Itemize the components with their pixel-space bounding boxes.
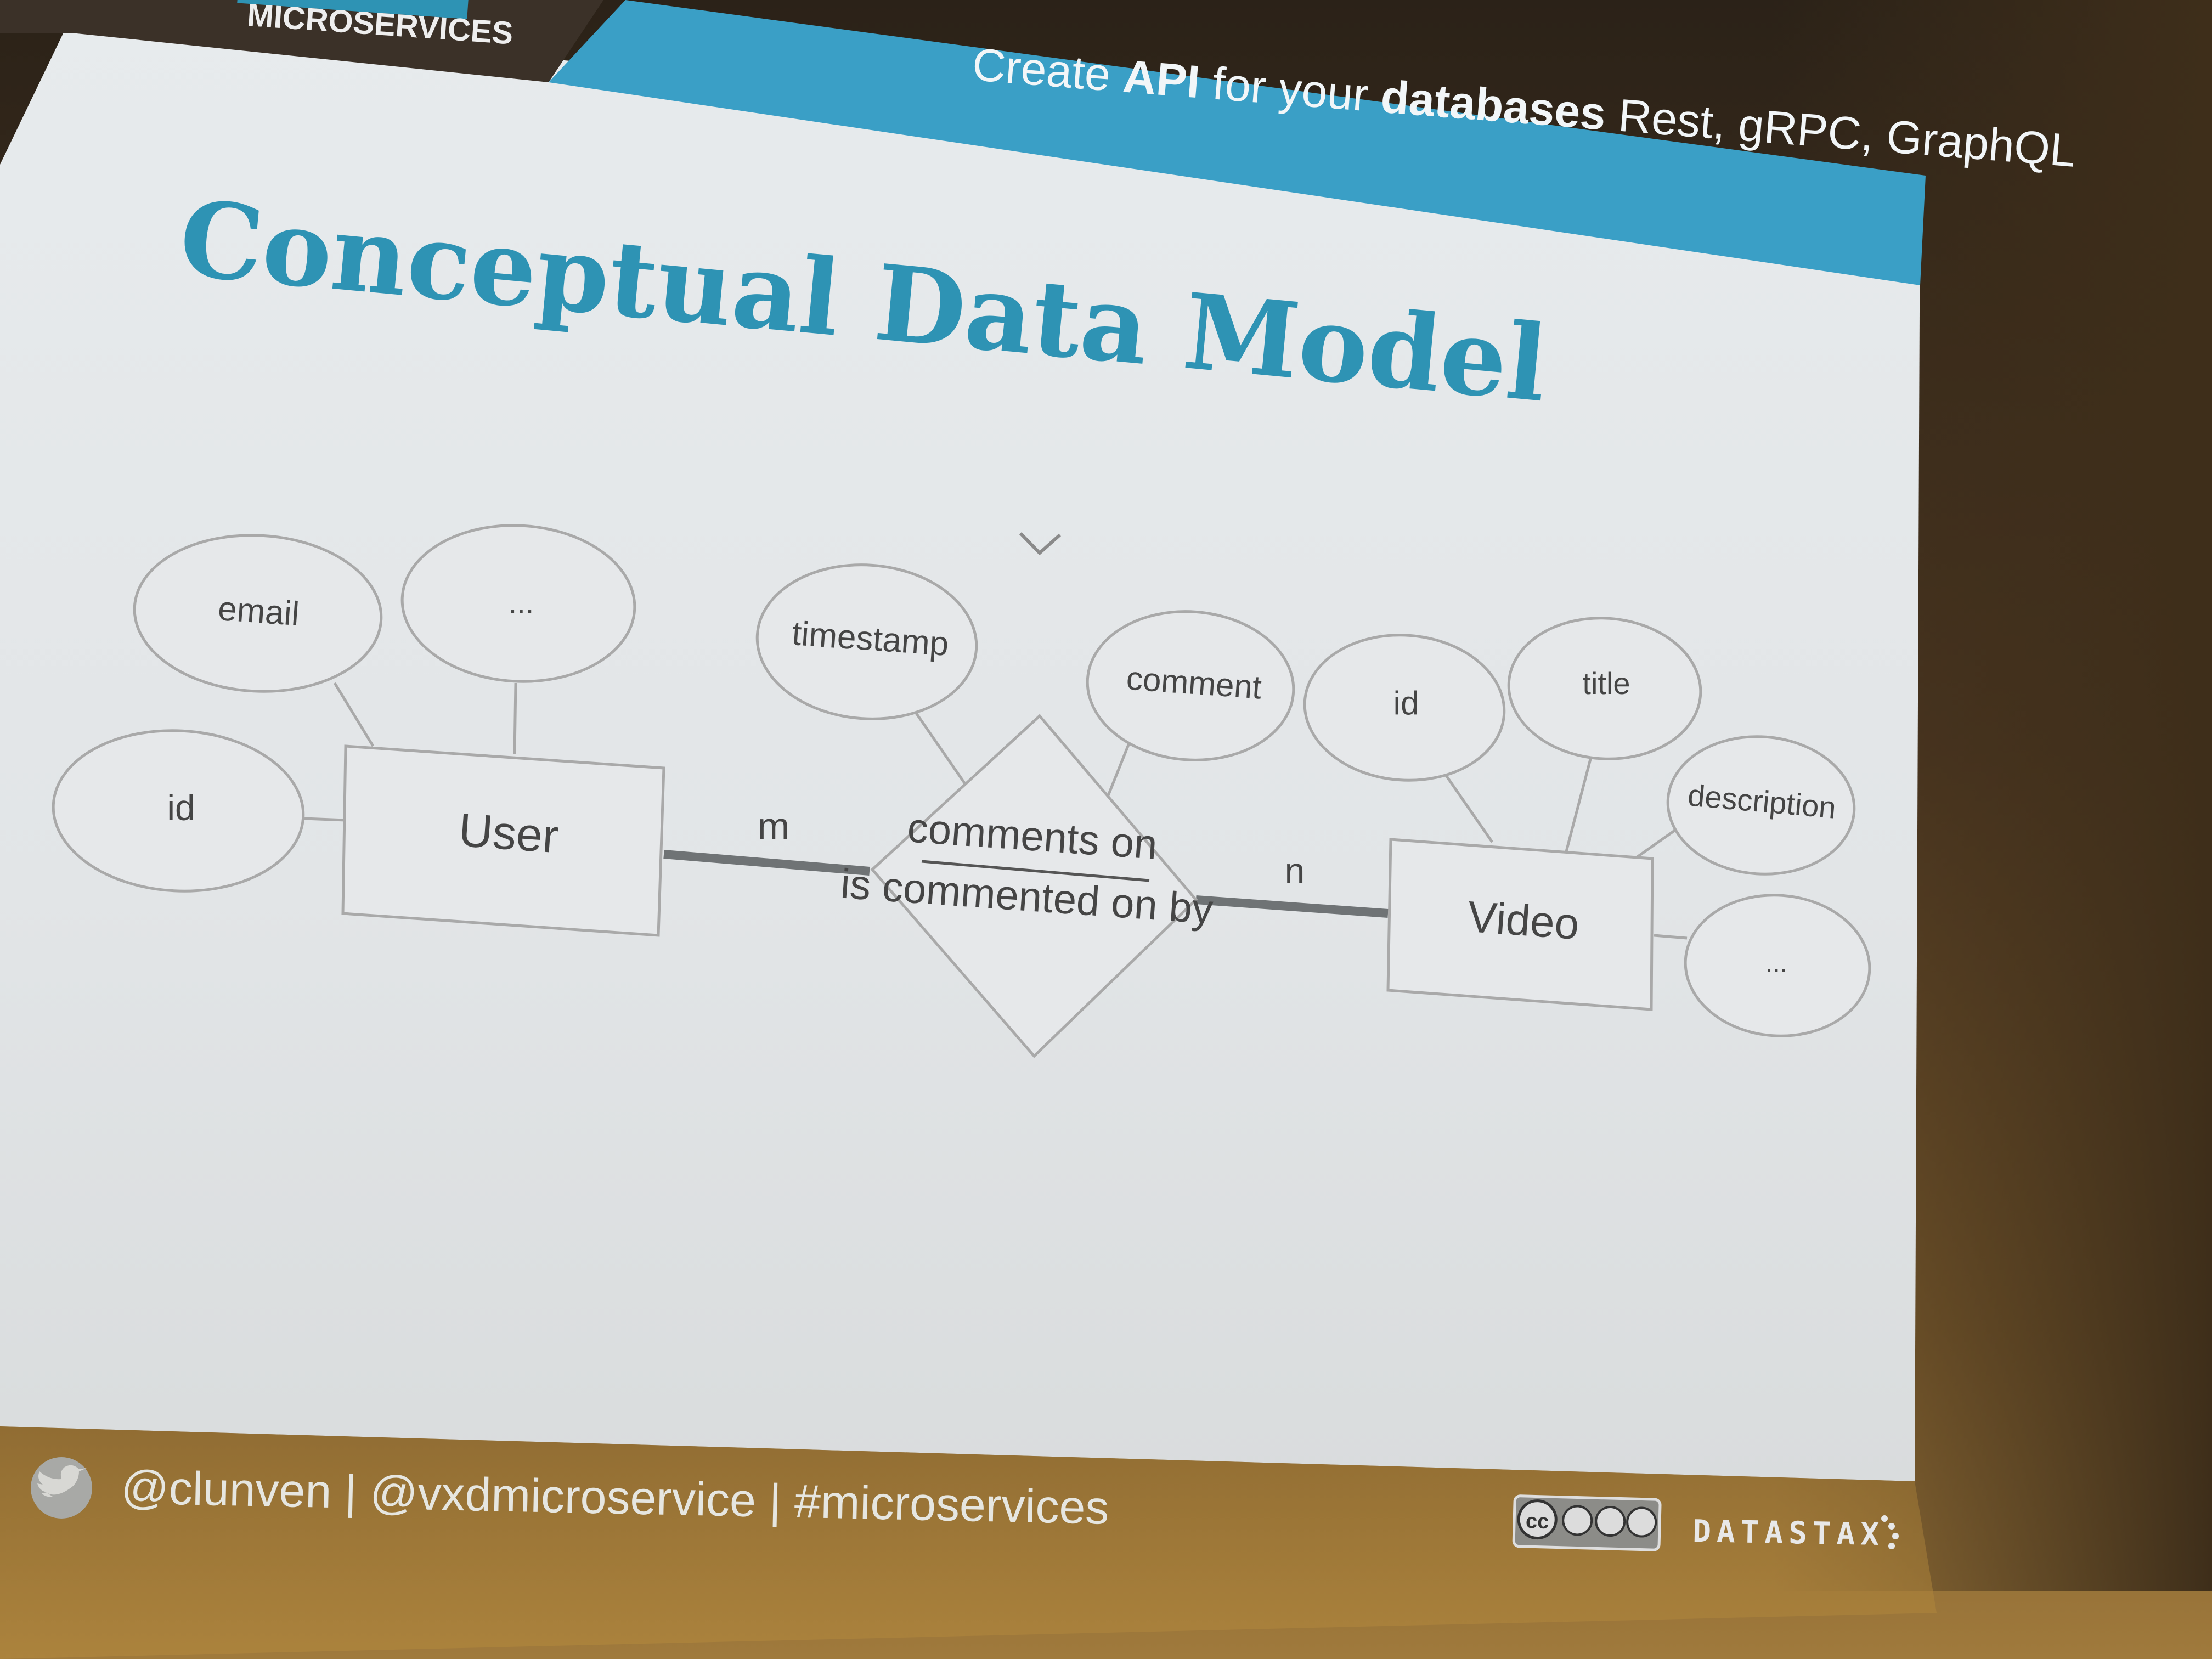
projector-screen: MICROSERVICES Create API for your databa… bbox=[0, 0, 2078, 1659]
entity-label-user: User bbox=[457, 804, 560, 863]
attribute-label-video-more: ... bbox=[1765, 949, 1787, 978]
cardinality-user: m bbox=[758, 805, 789, 848]
connector-line bbox=[304, 817, 346, 822]
datastax-logo: DATASTAX bbox=[1692, 1514, 1885, 1553]
twitter-bird-icon bbox=[31, 1457, 92, 1519]
attribute-label-video-id: id bbox=[1393, 685, 1419, 721]
attribute-label-title: title bbox=[1582, 666, 1630, 701]
attribute-label-user-more: ... bbox=[509, 585, 534, 620]
connector-line bbox=[513, 682, 517, 755]
cc-badge-text: cc bbox=[1525, 1510, 1549, 1533]
creative-commons-badge-icon: cc bbox=[1512, 1494, 1662, 1551]
entity-label-video: Video bbox=[1466, 892, 1581, 949]
attribute-label-email: email bbox=[217, 590, 301, 633]
attribute-label-user-id: id bbox=[167, 787, 195, 828]
cardinality-video: n bbox=[1285, 850, 1305, 891]
banner-part-bold: API bbox=[1121, 50, 1202, 108]
